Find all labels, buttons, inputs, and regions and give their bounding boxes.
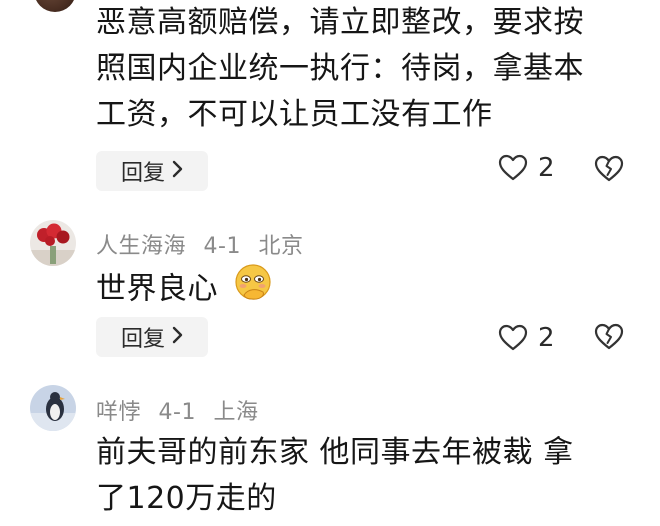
- comment-body: 恶意高额赔偿，请立即整改，要求按 照国内企业统一执行：待岗，拿基本 工资，不可以…: [96, 0, 636, 138]
- comment-line: 前夫哥的前东家 他同事去年被裁 拿: [96, 435, 574, 470]
- comment-date: 4-1: [203, 234, 241, 259]
- comment-location: 上海: [213, 400, 259, 425]
- like-count: 2: [538, 153, 555, 183]
- comment-line: 照国内企业统一执行：待岗，拿基本: [96, 51, 584, 86]
- like-button[interactable]: 2: [498, 323, 555, 353]
- comment-body: 前夫哥的前东家 他同事去年被裁 拿 了120万走的: [96, 430, 636, 522]
- heart-outline-icon: [498, 154, 528, 182]
- comment-line: 了120万走的: [96, 481, 277, 516]
- avatar[interactable]: [30, 385, 76, 431]
- comment-line: 工资，不可以让员工没有工作: [96, 97, 493, 132]
- comment-body: 世界良心: [96, 262, 636, 318]
- chevron-right-icon: [171, 325, 183, 350]
- comment-line: 恶意高额赔偿，请立即整改，要求按: [96, 5, 584, 40]
- chevron-right-icon: [171, 159, 183, 184]
- username[interactable]: 人生海海: [96, 234, 186, 259]
- broken-heart-icon: [594, 323, 624, 355]
- dislike-button[interactable]: [594, 323, 624, 355]
- comment-meta: 咩悖 4-1 上海: [96, 394, 268, 426]
- reply-button[interactable]: 回复: [96, 151, 208, 191]
- comment-meta: 人生海海 4-1 北京: [96, 228, 313, 260]
- comment-date: 4-1: [158, 400, 196, 425]
- comment-location: 北京: [258, 234, 304, 259]
- comment-list: 恶意高额赔偿，请立即整改，要求按 照国内企业统一执行：待岗，拿基本 工资，不可以…: [0, 0, 660, 526]
- avatar[interactable]: [30, 220, 76, 266]
- dislike-button[interactable]: [594, 155, 624, 187]
- smiling-face-with-hand-emoji: [232, 262, 274, 318]
- reply-label: 回复: [120, 161, 165, 186]
- like-button[interactable]: 2: [498, 153, 555, 183]
- username[interactable]: 咩悖: [96, 400, 141, 425]
- broken-heart-icon: [594, 155, 624, 187]
- heart-outline-icon: [498, 324, 528, 352]
- reply-button[interactable]: 回复: [96, 317, 208, 357]
- comment-line: 世界良心: [96, 271, 218, 307]
- reply-label: 回复: [120, 327, 165, 352]
- like-count: 2: [538, 323, 555, 353]
- avatar[interactable]: [34, 0, 76, 12]
